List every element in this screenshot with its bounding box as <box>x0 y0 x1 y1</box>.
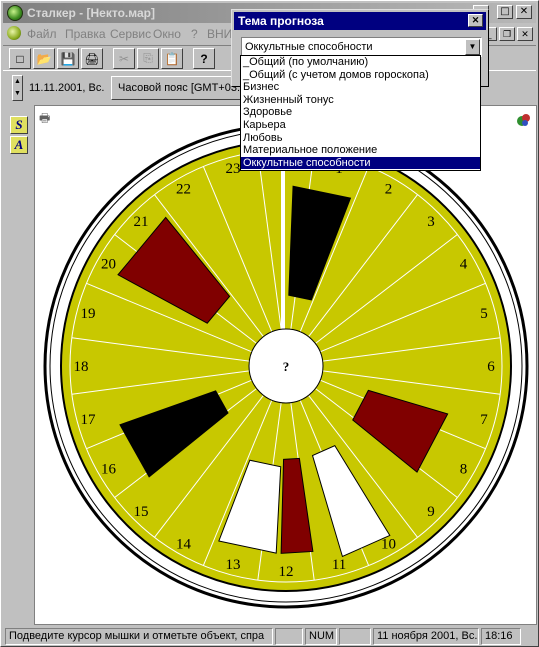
center-label: ? <box>283 359 290 374</box>
hour-label: 2 <box>385 181 393 197</box>
help-icon: ? <box>200 51 208 66</box>
status-empty-1 <box>275 628 303 645</box>
hour-label: 11 <box>332 557 346 573</box>
menu-edit[interactable]: Правка <box>65 27 106 41</box>
hour-label: 18 <box>74 359 89 375</box>
s-button[interactable]: S <box>10 116 28 134</box>
topic-dropdown-list: _Общий (по умолчанию) _Общий (с учетом до… <box>240 55 481 171</box>
dialog-close-button[interactable]: ✕ <box>468 14 483 27</box>
hour-label: 9 <box>427 504 435 520</box>
copy-button[interactable]: ⎘ <box>137 48 159 69</box>
open-button[interactable]: 📂 <box>33 48 55 69</box>
status-hint: Подведите курсор мышки и отметьте объект… <box>5 628 273 645</box>
status-bar: Подведите курсор мышки и отметьте объект… <box>3 627 536 646</box>
help-button[interactable]: ? <box>193 48 215 69</box>
open-icon: 📂 <box>36 51 52 66</box>
chevron-down-icon[interactable]: ▼ <box>465 39 480 55</box>
menu-vni[interactable]: ВНИ <box>207 27 232 41</box>
menu-service[interactable]: Сервис <box>110 27 151 41</box>
mdi-restore-button[interactable]: ❐ <box>499 27 515 41</box>
print-button[interactable]: 🖨 <box>81 48 103 69</box>
hour-label: 10 <box>381 537 396 553</box>
mdi-close-button[interactable]: ✕ <box>517 27 533 41</box>
date-spinner[interactable]: ▲ ▼ <box>12 75 23 101</box>
hour-label: 4 <box>460 257 468 273</box>
topic-option[interactable]: Материальное положение <box>241 144 480 157</box>
close-button[interactable]: ✕ <box>516 5 532 19</box>
hour-label: 5 <box>480 306 488 322</box>
topic-option[interactable]: Карьера <box>241 119 480 132</box>
window-title: Сталкер - [Некто.мар] <box>27 6 155 20</box>
hour-label: 8 <box>460 462 468 478</box>
printer-icon[interactable]: 🖶 <box>39 109 50 130</box>
paste-icon: 📋 <box>164 51 180 66</box>
hour-disc: ?01234567891011121314151617181920212223 <box>43 123 529 609</box>
satellite-icon[interactable] <box>516 112 532 128</box>
status-date: 11 ноября 2001, Вс. <box>373 628 479 645</box>
hour-label: 15 <box>134 504 149 520</box>
topic-combobox-value: Оккультные способности <box>245 41 373 53</box>
topic-option[interactable]: Любовь <box>241 132 480 145</box>
topic-option[interactable]: Бизнес <box>241 81 480 94</box>
dialog-title-text: Тема прогноза <box>238 14 324 28</box>
new-button[interactable]: □ <box>9 48 31 69</box>
menu-file[interactable]: Файл <box>27 27 57 41</box>
hour-label: 13 <box>225 557 240 573</box>
hour-label: 17 <box>80 412 96 428</box>
save-button[interactable]: 💾 <box>57 48 79 69</box>
topic-option[interactable]: Оккультные способности <box>241 156 480 170</box>
cut-button[interactable]: ✂ <box>113 48 135 69</box>
hour-label: 16 <box>101 462 117 478</box>
hour-label: 19 <box>80 306 95 322</box>
menu-help[interactable]: ? <box>191 27 198 41</box>
status-empty-2 <box>339 628 371 645</box>
paste-button[interactable]: 📋 <box>161 48 183 69</box>
new-icon: □ <box>16 51 24 66</box>
topic-combobox[interactable]: Оккультные способности ▼ <box>241 37 482 57</box>
hour-label: 6 <box>487 359 495 375</box>
hour-label: 7 <box>480 412 488 428</box>
status-num: NUM <box>305 628 337 645</box>
maximize-button[interactable]: □ <box>497 5 513 19</box>
topic-option[interactable]: _Общий (с учетом домов гороскопа) <box>241 69 480 82</box>
forecast-chart-area[interactable]: 🖶 ?0123456789101112131415161718192021222… <box>34 105 537 625</box>
topic-option[interactable]: _Общий (по умолчанию) <box>241 56 480 69</box>
cut-icon: ✂ <box>118 51 130 66</box>
app-icon[interactable] <box>7 5 23 21</box>
save-icon: 💾 <box>60 51 76 66</box>
hour-label: 14 <box>176 537 192 553</box>
current-date: 11.11.2001, Вс. <box>29 82 105 94</box>
hour-label: 23 <box>225 161 240 177</box>
document-icon[interactable] <box>7 26 21 40</box>
dialog-title: Тема прогноза ✕ <box>234 12 486 30</box>
print-icon: 🖨 <box>84 51 100 66</box>
topic-option[interactable]: Жизненный тонус <box>241 94 480 107</box>
hour-label: 22 <box>176 181 191 197</box>
menu-window[interactable]: Окно <box>153 27 181 41</box>
hour-label: 21 <box>134 214 149 230</box>
hour-label: 3 <box>427 214 435 230</box>
topic-option[interactable]: Здоровье <box>241 106 480 119</box>
copy-icon: ⎘ <box>143 51 153 65</box>
status-time: 18:16 <box>481 628 521 645</box>
side-toolbar: S A <box>3 105 33 625</box>
hour-label: 20 <box>101 257 116 273</box>
hour-label: 12 <box>279 564 294 580</box>
a-button[interactable]: A <box>10 136 28 154</box>
